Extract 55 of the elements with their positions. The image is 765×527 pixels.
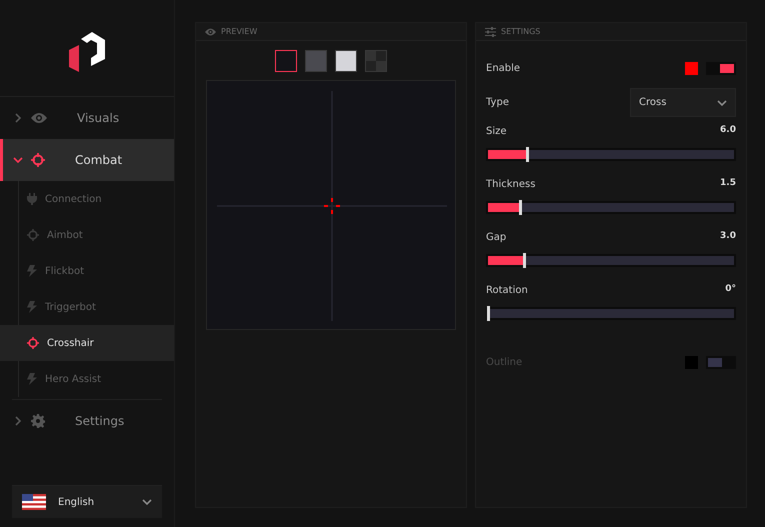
sub-nav-item[interactable]: Crosshair [0, 325, 174, 361]
setting-label: Gap [486, 231, 506, 245]
sub-nav-item[interactable]: Flickbot [0, 253, 174, 289]
chevron-right-icon [13, 113, 23, 123]
slider-track[interactable] [486, 307, 736, 320]
chevron-down-icon [13, 155, 23, 165]
color-swatch[interactable] [685, 62, 698, 75]
slider-thumb[interactable] [522, 253, 526, 268]
sub-nav-item[interactable]: Connection [0, 181, 174, 217]
background-swatch[interactable] [365, 50, 387, 72]
crosshair-icon [31, 153, 45, 167]
panel-title: PREVIEW [221, 26, 258, 38]
background-swatch[interactable] [335, 50, 357, 72]
setting-label: Thickness [486, 178, 536, 192]
nav-item[interactable]: Visuals [0, 97, 174, 139]
setting-label: Enable [486, 62, 520, 76]
crosshair-icon [27, 229, 39, 241]
slider-thumb[interactable] [487, 306, 490, 321]
slider-track[interactable] [486, 148, 736, 161]
plug-icon [27, 193, 37, 205]
chevron-right-icon [13, 416, 23, 426]
logo-icon [69, 32, 105, 72]
slider-value: 3.0 [720, 230, 736, 243]
background-swatch[interactable] [275, 50, 297, 72]
setting-label: Type [486, 96, 509, 110]
background-swatch[interactable] [305, 50, 327, 72]
sliders-icon [485, 26, 496, 36]
slider-value: 6.0 [720, 124, 736, 137]
eye-icon [205, 26, 216, 38]
language-dropdown[interactable]: English [12, 485, 162, 518]
sub-nav-item[interactable]: Aimbot [0, 217, 174, 253]
bolt-icon [27, 373, 37, 385]
type-dropdown[interactable]: Cross [630, 88, 736, 117]
sub-nav-item[interactable]: Hero Assist [0, 361, 174, 397]
nav-item[interactable]: Settings [0, 400, 174, 442]
gear-icon [31, 414, 45, 428]
bolt-icon [27, 301, 37, 313]
slider-thumb[interactable] [518, 200, 522, 215]
nav-item[interactable]: Combat [0, 139, 174, 181]
flag-icon [22, 494, 46, 510]
slider-value: 1.5 [720, 177, 736, 190]
setting-label: Rotation [486, 284, 528, 298]
chevron-down-icon [142, 497, 152, 507]
slider-value: 0° [725, 283, 736, 296]
slider-track[interactable] [486, 201, 736, 214]
toggle-switch[interactable] [706, 62, 736, 75]
chevron-down-icon [717, 98, 727, 108]
bolt-icon [27, 265, 37, 277]
slider-thumb[interactable] [526, 147, 530, 162]
eye-icon [31, 112, 47, 124]
crosshair-icon [27, 337, 39, 349]
sub-nav-item[interactable]: Triggerbot [0, 289, 174, 325]
slider-track[interactable] [486, 254, 736, 267]
setting-label: Size [486, 125, 507, 139]
panel-title: SETTINGS [501, 26, 540, 38]
